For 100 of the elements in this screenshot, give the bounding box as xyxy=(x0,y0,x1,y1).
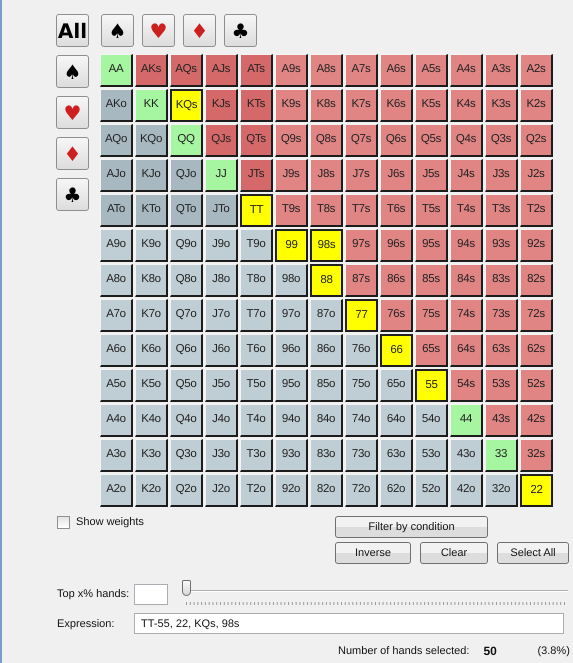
hand-cell[interactable]: Q5o xyxy=(170,369,203,402)
hand-cell[interactable]: 32s xyxy=(520,439,553,472)
clear-button[interactable]: Clear xyxy=(420,542,488,564)
hand-cell[interactable]: K3o xyxy=(135,439,168,472)
hand-cell[interactable]: 93o xyxy=(275,439,308,472)
hand-cell[interactable]: QJo xyxy=(170,159,203,192)
hand-cell[interactable]: 85o xyxy=(310,369,343,402)
hand-cell[interactable]: J7o xyxy=(205,299,238,332)
hand-cell[interactable]: 76s xyxy=(380,299,413,332)
inverse-button[interactable]: Inverse xyxy=(335,542,411,564)
hand-cell[interactable]: JJ xyxy=(205,159,238,192)
top-hands-input[interactable] xyxy=(134,584,168,605)
hand-cell[interactable]: 85s xyxy=(415,264,448,297)
hand-cell[interactable]: Q7o xyxy=(170,299,203,332)
hand-cell[interactable]: Q2o xyxy=(170,474,203,507)
hand-cell[interactable]: J9o xyxy=(205,229,238,262)
hand-cell[interactable]: K7o xyxy=(135,299,168,332)
hand-cell[interactable]: KQo xyxy=(135,124,168,157)
hand-cell[interactable]: QQ xyxy=(170,124,203,157)
hand-cell[interactable]: 63o xyxy=(380,439,413,472)
hand-cell[interactable]: 33 xyxy=(485,439,518,472)
hand-cell[interactable]: AJs xyxy=(205,54,238,87)
hand-cell[interactable]: 83s xyxy=(485,264,518,297)
hand-cell[interactable]: J5o xyxy=(205,369,238,402)
hand-cell[interactable]: 98s xyxy=(310,229,343,262)
hand-cell[interactable]: Q2s xyxy=(520,124,553,157)
hand-cell[interactable]: 73s xyxy=(485,299,518,332)
hand-cell[interactable]: A2s xyxy=(520,54,553,87)
hand-cell[interactable]: J4o xyxy=(205,404,238,437)
suit-button[interactable]: ♣ xyxy=(56,178,89,211)
hand-cell[interactable]: K3s xyxy=(485,89,518,122)
hand-cell[interactable]: J2o xyxy=(205,474,238,507)
hand-cell[interactable]: AA xyxy=(100,54,133,87)
hand-cell[interactable]: 95s xyxy=(415,229,448,262)
hand-cell[interactable]: Q6s xyxy=(380,124,413,157)
hand-cell[interactable]: Q8s xyxy=(310,124,343,157)
hand-cell[interactable]: KQs xyxy=(170,89,203,122)
hand-cell[interactable]: 87o xyxy=(310,299,343,332)
hand-cell[interactable]: T7o xyxy=(240,299,273,332)
hand-cell[interactable]: A8s xyxy=(310,54,343,87)
hand-cell[interactable]: K9o xyxy=(135,229,168,262)
suit-button[interactable]: ♠ xyxy=(101,14,134,47)
hand-cell[interactable]: J8s xyxy=(310,159,343,192)
hand-cell[interactable]: AQo xyxy=(100,124,133,157)
hand-cell[interactable]: 54o xyxy=(415,404,448,437)
suit-button[interactable]: ♣ xyxy=(224,14,257,47)
hand-cell[interactable]: KJo xyxy=(135,159,168,192)
hand-cell[interactable]: T3s xyxy=(485,194,518,227)
hand-cell[interactable]: A7s xyxy=(345,54,378,87)
hand-cell[interactable]: Q8o xyxy=(170,264,203,297)
hand-cell[interactable]: A9s xyxy=(275,54,308,87)
hand-cell[interactable]: 42o xyxy=(450,474,483,507)
suit-button[interactable]: ♠ xyxy=(56,55,89,88)
hand-cell[interactable]: J7s xyxy=(345,159,378,192)
hand-cell[interactable]: QTo xyxy=(170,194,203,227)
hand-cell[interactable]: 94o xyxy=(275,404,308,437)
hand-cell[interactable]: KK xyxy=(135,89,168,122)
hand-cell[interactable]: A8o xyxy=(100,264,133,297)
hand-cell[interactable]: T4s xyxy=(450,194,483,227)
hand-cell[interactable]: KTs xyxy=(240,89,273,122)
hand-cell[interactable]: Q3s xyxy=(485,124,518,157)
hand-cell[interactable]: JTs xyxy=(240,159,273,192)
hand-cell[interactable]: A6o xyxy=(100,334,133,367)
hand-cell[interactable]: 88 xyxy=(310,264,343,297)
hand-cell[interactable]: 76o xyxy=(345,334,378,367)
suit-button[interactable]: ♦ xyxy=(183,14,216,47)
hand-cell[interactable]: 95o xyxy=(275,369,308,402)
hand-cell[interactable]: 75o xyxy=(345,369,378,402)
hand-cell[interactable]: ATs xyxy=(240,54,273,87)
hand-cell[interactable]: 74o xyxy=(345,404,378,437)
hand-cell[interactable]: 72s xyxy=(520,299,553,332)
hand-cell[interactable]: K2o xyxy=(135,474,168,507)
hand-cell[interactable]: Q4s xyxy=(450,124,483,157)
hand-cell[interactable]: A5s xyxy=(415,54,448,87)
hand-cell[interactable]: T6o xyxy=(240,334,273,367)
hand-cell[interactable]: 53o xyxy=(415,439,448,472)
hand-cell[interactable]: J4s xyxy=(450,159,483,192)
hand-cell[interactable]: 65o xyxy=(380,369,413,402)
hand-cell[interactable]: 77 xyxy=(345,299,378,332)
hand-cell[interactable]: 62o xyxy=(380,474,413,507)
hand-cell[interactable]: T6s xyxy=(380,194,413,227)
hand-cell[interactable]: 84s xyxy=(450,264,483,297)
hand-cell[interactable]: 52o xyxy=(415,474,448,507)
hand-cell[interactable]: Q9o xyxy=(170,229,203,262)
hand-cell[interactable]: A9o xyxy=(100,229,133,262)
hand-cell[interactable]: AQs xyxy=(170,54,203,87)
hand-cell[interactable]: Q6o xyxy=(170,334,203,367)
hand-cell[interactable]: K5o xyxy=(135,369,168,402)
hand-cell[interactable]: ATo xyxy=(100,194,133,227)
slider-thumb[interactable] xyxy=(182,580,191,596)
hand-cell[interactable]: K2s xyxy=(520,89,553,122)
hand-cell[interactable]: K8o xyxy=(135,264,168,297)
hand-cell[interactable]: 43o xyxy=(450,439,483,472)
hand-cell[interactable]: T2s xyxy=(520,194,553,227)
hand-cell[interactable]: K5s xyxy=(415,89,448,122)
hand-cell[interactable]: A4o xyxy=(100,404,133,437)
select-all-button[interactable]: Select All xyxy=(497,542,569,564)
hand-cell[interactable]: 43s xyxy=(485,404,518,437)
hand-cell[interactable]: K4o xyxy=(135,404,168,437)
hand-cell[interactable]: 82o xyxy=(310,474,343,507)
